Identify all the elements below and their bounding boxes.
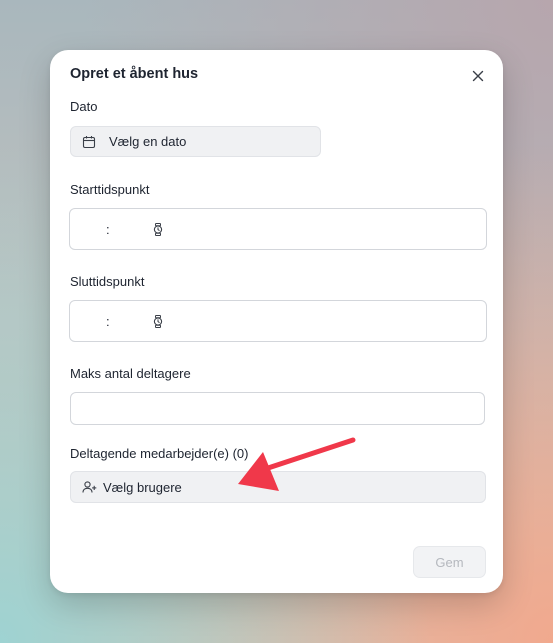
end-time-input[interactable]: : xyxy=(69,300,487,342)
select-users-label: Vælg brugere xyxy=(103,479,182,495)
time-separator: : xyxy=(106,222,110,237)
participating-employees-label: Deltagende medarbejder(e) (0) xyxy=(70,446,249,461)
open-house-dialog: Opret et åbent hus Dato Vælg en dato Sta… xyxy=(50,50,503,593)
start-time-label: Starttidspunkt xyxy=(70,182,150,197)
save-button[interactable]: Gem xyxy=(413,546,486,578)
dialog-title: Opret et åbent hus xyxy=(70,66,199,82)
close-icon[interactable] xyxy=(470,68,486,84)
select-users-button[interactable]: Vælg brugere xyxy=(70,471,486,503)
date-picker-button[interactable]: Vælg en dato xyxy=(70,126,321,157)
clock-icon[interactable] xyxy=(152,315,164,328)
time-separator: : xyxy=(106,314,110,329)
start-time-input[interactable]: : xyxy=(69,208,487,250)
end-time-label: Sluttidspunkt xyxy=(70,274,145,289)
max-participants-input[interactable] xyxy=(70,392,485,425)
max-participants-label: Maks antal deltagere xyxy=(70,366,191,381)
user-plus-icon xyxy=(82,480,97,494)
calendar-icon xyxy=(82,135,96,149)
clock-icon[interactable] xyxy=(152,223,164,236)
date-label: Dato xyxy=(70,99,98,114)
date-picker-label: Vælg en dato xyxy=(109,134,187,149)
